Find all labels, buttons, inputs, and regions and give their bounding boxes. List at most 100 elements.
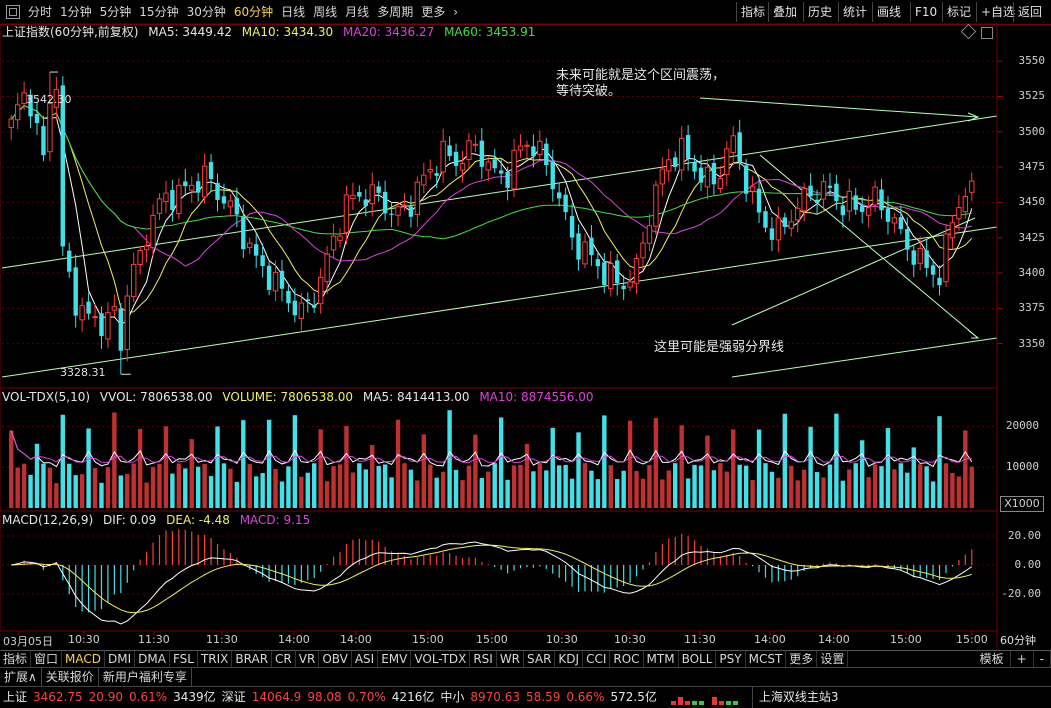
candle-body bbox=[227, 200, 234, 208]
volume-bar bbox=[453, 469, 459, 508]
candle-body bbox=[924, 250, 929, 268]
volume-bar bbox=[54, 483, 59, 508]
volume-bar bbox=[679, 425, 684, 508]
indicator-tab-24[interactable]: 更多 bbox=[786, 651, 818, 668]
indicator-tab-21[interactable]: BOLL bbox=[679, 651, 717, 668]
template-button-1[interactable]: + bbox=[1011, 651, 1034, 668]
indicator-tab-23[interactable]: MCST bbox=[746, 651, 787, 668]
volume-bar bbox=[698, 465, 704, 508]
indicator-tab-12[interactable]: EMV bbox=[378, 651, 412, 668]
vol-ma10-line bbox=[10, 430, 972, 464]
sh-pct: 0.61% bbox=[129, 690, 168, 704]
candle-body bbox=[704, 166, 711, 188]
volume-title: VOL-TDX(5,10) bbox=[2, 390, 91, 404]
indicator-tab-14[interactable]: RSI bbox=[470, 651, 497, 668]
indicator-tab-1[interactable]: 窗口 bbox=[31, 651, 63, 668]
square-icon[interactable] bbox=[981, 27, 993, 39]
volume-bar bbox=[434, 477, 439, 508]
period-label[interactable]: 60分钟 bbox=[1000, 632, 1036, 648]
sz-amount: 4216亿 bbox=[391, 690, 435, 704]
volume-bar bbox=[769, 471, 775, 508]
price-tick-label: 3550 bbox=[1018, 54, 1046, 68]
volume-bar bbox=[963, 430, 968, 508]
time-tick-label: 11:30 bbox=[206, 633, 238, 646]
volume-bar bbox=[131, 463, 136, 508]
candles bbox=[8, 71, 975, 375]
time-tick-label: 10:30 bbox=[546, 633, 578, 646]
candle-body bbox=[421, 174, 427, 186]
indicator-tab-22[interactable]: PSY bbox=[716, 651, 746, 668]
candle-body bbox=[389, 213, 394, 215]
volume-bar bbox=[460, 480, 465, 508]
indicator-tab-4[interactable]: DMA bbox=[135, 651, 170, 668]
volume-tick-label: 20000 bbox=[1005, 419, 1039, 433]
candle-body bbox=[14, 104, 21, 121]
zx-pct: 0.66% bbox=[566, 690, 605, 704]
volume-bar bbox=[479, 478, 485, 508]
candle-body bbox=[943, 233, 949, 283]
indicator-tab-6[interactable]: TRIX bbox=[198, 651, 233, 668]
candle-body bbox=[962, 195, 969, 213]
volume-bar bbox=[34, 443, 40, 508]
indicator-tab-17[interactable]: KDJ bbox=[555, 651, 584, 668]
candle-body bbox=[537, 140, 543, 156]
candle-body bbox=[343, 194, 350, 233]
candle-body bbox=[640, 242, 646, 259]
indicator-tab-11[interactable]: ASI bbox=[352, 651, 379, 668]
sh-price: 3462.75 bbox=[33, 690, 83, 704]
candle-body bbox=[511, 149, 517, 190]
volume-bar bbox=[531, 471, 536, 508]
volume-bar bbox=[621, 470, 626, 508]
time-tick-label: 14:00 bbox=[340, 633, 372, 646]
zx-label[interactable]: 中小 bbox=[440, 687, 464, 708]
volume-bar bbox=[847, 469, 852, 508]
indicator-tab-0[interactable]: 指标 bbox=[0, 651, 32, 668]
volume-bar bbox=[776, 477, 781, 508]
sz-pct: 0.70% bbox=[347, 690, 386, 704]
sh-label[interactable]: 上证 bbox=[3, 687, 27, 708]
indicator-tab-8[interactable]: CR bbox=[272, 651, 296, 668]
indicator-tab-3[interactable]: DMI bbox=[105, 651, 136, 668]
candle-body bbox=[582, 241, 588, 265]
candle-body bbox=[517, 145, 524, 151]
candle-body bbox=[685, 134, 691, 159]
macd-tick-label: 0.00 bbox=[1014, 558, 1042, 571]
indicator-tab-2[interactable]: MACD bbox=[62, 651, 106, 668]
indicator-tab-18[interactable]: CCI bbox=[583, 651, 611, 668]
volume-bar bbox=[473, 434, 478, 508]
expand-button[interactable]: 扩展∧ bbox=[0, 668, 42, 687]
chart-canvas[interactable] bbox=[0, 0, 1051, 650]
candle-body bbox=[163, 192, 169, 202]
volume-bar bbox=[898, 463, 904, 508]
volume-bar bbox=[589, 470, 594, 508]
server-name[interactable]: 上海双线主站3 bbox=[751, 687, 838, 708]
indicator-tab-13[interactable]: VOL-TDX bbox=[411, 651, 471, 668]
candle-body bbox=[170, 190, 175, 211]
indicator-tab-15[interactable]: WR bbox=[497, 651, 525, 668]
candle-body bbox=[498, 170, 504, 174]
candle-body bbox=[724, 148, 730, 176]
new-user-benefit-button[interactable]: 新用户福利专享 bbox=[99, 668, 192, 687]
template-button-0[interactable]: 模板 bbox=[974, 651, 1011, 668]
candle-body bbox=[775, 217, 782, 241]
volume-bar bbox=[60, 414, 65, 508]
related-quotes-button[interactable]: 关联报价 bbox=[42, 668, 99, 687]
indicator-tab-9[interactable]: VR bbox=[296, 651, 320, 668]
indicator-tab-20[interactable]: MTM bbox=[644, 651, 679, 668]
sz-label[interactable]: 深证 bbox=[222, 687, 246, 708]
volume-bar bbox=[402, 463, 407, 508]
indicator-tab-10[interactable]: OBV bbox=[319, 651, 352, 668]
volume-bar bbox=[176, 463, 182, 508]
indicator-tab-19[interactable]: ROC bbox=[610, 651, 644, 668]
indicator-tab-5[interactable]: FSL bbox=[170, 651, 198, 668]
volume-bar bbox=[756, 429, 762, 508]
macd-header: MACD(12,26,9) DIF: 0.09 DEA: -4.48 MACD:… bbox=[2, 512, 316, 528]
candle-body bbox=[266, 265, 272, 290]
volume-bar bbox=[273, 468, 278, 508]
indicator-tab-7[interactable]: BRAR bbox=[232, 651, 273, 668]
volume-bar bbox=[208, 476, 214, 508]
volume-bar bbox=[376, 466, 381, 508]
indicator-tab-25[interactable]: 设置 bbox=[817, 651, 849, 668]
template-button-2[interactable]: - bbox=[1034, 651, 1051, 668]
indicator-tab-16[interactable]: SAR bbox=[524, 651, 556, 668]
